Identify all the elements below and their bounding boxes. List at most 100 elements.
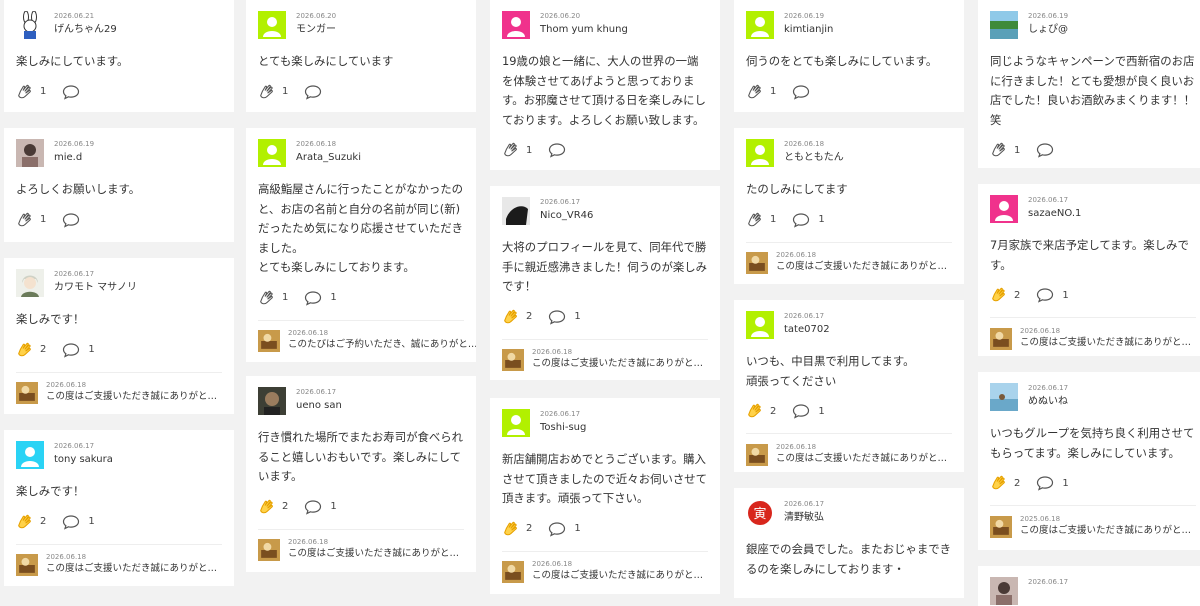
owner-reply[interactable]: 2026.06.18 この度はご支援いただき誠にありがと… xyxy=(16,543,222,578)
clap-icon[interactable] xyxy=(990,141,1008,159)
author-name[interactable]: しょぴ@ xyxy=(1028,23,1068,37)
comment-icon[interactable] xyxy=(62,84,80,100)
kanji-avatar[interactable]: 寅 xyxy=(746,499,774,527)
lime-user-icon[interactable] xyxy=(502,409,530,437)
author-name[interactable]: tony sakura xyxy=(54,453,113,467)
post-header: 2026.06.19 しょぴ@ xyxy=(990,10,1196,44)
comment-icon[interactable] xyxy=(792,212,810,228)
author-name[interactable]: Arata_Suzuki xyxy=(296,151,361,165)
pink-user-icon[interactable] xyxy=(990,195,1018,223)
owner-reply[interactable]: 2026.06.18 この度はご支援いただき誠にありがと… xyxy=(746,241,952,276)
author-name[interactable]: kimtianjin xyxy=(784,23,833,37)
owner-avatar[interactable] xyxy=(502,561,524,583)
lime-user-icon[interactable] xyxy=(746,311,774,339)
clap-icon[interactable] xyxy=(258,498,276,516)
author-name[interactable]: 清野敏弘 xyxy=(784,511,824,525)
post-header: 2026.06.17 めぬいね xyxy=(990,382,1196,416)
comment-icon[interactable] xyxy=(548,142,566,158)
post-date: 2026.06.17 xyxy=(1028,384,1069,392)
owner-reply[interactable]: 2026.06.18 この度はご支援いただき誠にありがと… xyxy=(258,528,464,563)
author-name[interactable]: めぬいね xyxy=(1028,395,1068,409)
comment-icon[interactable] xyxy=(548,521,566,537)
comment-icon[interactable] xyxy=(62,212,80,228)
bunny-icon[interactable] xyxy=(16,11,44,39)
owner-reply[interactable]: 2026.06.18 この度はご支援いただき誠にありがと… xyxy=(502,550,708,585)
owner-avatar[interactable] xyxy=(258,330,280,352)
author-name[interactable]: カワモト マサノリ xyxy=(54,281,137,295)
owner-avatar[interactable] xyxy=(746,443,768,466)
clap-icon[interactable] xyxy=(746,211,764,229)
clap-icon[interactable] xyxy=(502,141,520,159)
author-name[interactable]: tate0702 xyxy=(784,323,830,337)
comment-icon[interactable] xyxy=(62,342,80,358)
comment-icon[interactable] xyxy=(1036,142,1054,158)
clap-count: 2 xyxy=(40,516,47,527)
clap-icon[interactable] xyxy=(258,289,276,307)
clap-icon[interactable] xyxy=(746,402,764,420)
photo-avatar-beach[interactable] xyxy=(990,383,1018,411)
owner-avatar[interactable] xyxy=(16,554,38,576)
owner-avatar[interactable] xyxy=(258,539,280,561)
owner-avatar[interactable] xyxy=(16,382,38,404)
post-actions: 1 xyxy=(258,82,464,102)
photo-avatar-bw[interactable] xyxy=(502,197,530,225)
post-date: 2026.06.21 xyxy=(54,12,95,20)
clap-icon[interactable] xyxy=(502,308,520,326)
owner-avatar[interactable] xyxy=(746,252,768,274)
comment-icon[interactable] xyxy=(792,403,810,419)
owner-avatar[interactable] xyxy=(990,515,1012,538)
comment-icon[interactable] xyxy=(304,84,322,100)
lime-user-icon[interactable] xyxy=(746,139,774,167)
comment-icon[interactable] xyxy=(304,499,322,515)
anime-avatar[interactable] xyxy=(16,269,44,297)
owner-reply[interactable]: 2025.06.18 この度はご支援いただき誠にありがと… xyxy=(990,505,1196,539)
author-name[interactable]: sazaeNO.1 xyxy=(1028,207,1081,221)
author-name[interactable]: Thom yum khung xyxy=(540,23,628,37)
post-date: 2026.06.19 xyxy=(784,12,825,20)
post-header: 2026.06.17 ueno san xyxy=(258,386,464,420)
owner-reply[interactable]: 2026.06.18 この度はご支援いただき誠にありがと… xyxy=(16,371,222,406)
clap-icon[interactable] xyxy=(16,83,34,101)
comment-icon[interactable] xyxy=(62,514,80,530)
owner-reply[interactable]: 2026.06.18 この度はご支援いただき誠にありがと… xyxy=(990,317,1196,351)
post-header: 2026.06.17 カワモト マサノリ xyxy=(16,268,222,302)
owner-avatar[interactable] xyxy=(990,327,1012,350)
post-card: 2026.06.21 げんちゃん29 楽しみにしています。 1 xyxy=(4,0,234,112)
author-name[interactable]: Nico_VR46 xyxy=(540,209,593,223)
owner-avatar[interactable] xyxy=(502,349,524,371)
author-name[interactable]: ともともたん xyxy=(784,151,844,165)
lime-user-icon[interactable] xyxy=(746,11,774,39)
post-header: 2026.06.17 sazaeNO.1 xyxy=(990,194,1196,228)
comment-icon[interactable] xyxy=(1036,287,1054,303)
photo-avatar[interactable] xyxy=(16,139,44,167)
post-actions: 21 xyxy=(990,473,1196,493)
photo-avatar[interactable] xyxy=(990,577,1018,605)
owner-reply[interactable]: 2026.06.18 この度はご支援いただき誠にありがと… xyxy=(746,433,952,467)
pink-user-icon[interactable] xyxy=(502,11,530,39)
post-header: 寅 2026.06.17 清野敏弘 xyxy=(746,498,952,532)
comment-icon[interactable] xyxy=(792,84,810,100)
comment-icon[interactable] xyxy=(1036,475,1054,491)
comment-icon[interactable] xyxy=(304,290,322,306)
owner-reply[interactable]: 2026.06.18 このたびはご予約いただき、誠にありがと… xyxy=(258,319,476,354)
clap-icon[interactable] xyxy=(16,341,34,359)
clap-icon[interactable] xyxy=(16,513,34,531)
owner-reply[interactable]: 2026.06.18 この度はご支援いただき誠にありがと… xyxy=(502,338,708,373)
photo-avatar-dark[interactable] xyxy=(258,387,286,415)
clap-icon[interactable] xyxy=(258,83,276,101)
photo-avatar-nature[interactable] xyxy=(990,11,1018,39)
clap-icon[interactable] xyxy=(746,83,764,101)
comment-icon[interactable] xyxy=(548,309,566,325)
clap-icon[interactable] xyxy=(990,474,1008,492)
lime-user-icon[interactable] xyxy=(258,139,286,167)
author-name[interactable]: mie.d xyxy=(54,151,94,165)
author-name[interactable]: モンガー xyxy=(296,23,336,37)
clap-icon[interactable] xyxy=(16,211,34,229)
cyan-user-icon[interactable] xyxy=(16,441,44,469)
clap-icon[interactable] xyxy=(502,520,520,538)
author-name[interactable]: げんちゃん29 xyxy=(54,23,117,37)
author-name[interactable]: Toshi-sug xyxy=(540,421,586,435)
lime-user-icon[interactable] xyxy=(258,11,286,39)
clap-icon[interactable] xyxy=(990,286,1008,304)
author-name[interactable]: ueno san xyxy=(296,399,342,413)
